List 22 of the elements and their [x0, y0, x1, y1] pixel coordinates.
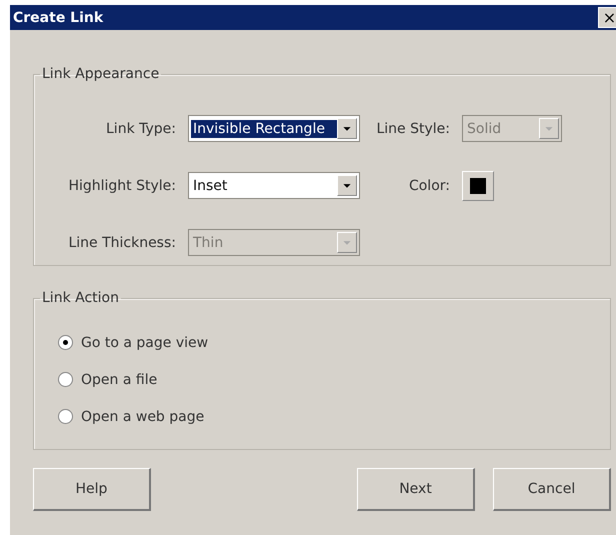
- group-title: Link Appearance: [41, 66, 160, 82]
- field-label: Link Type:: [105, 120, 176, 136]
- group-title: Link Action: [41, 290, 120, 306]
- radio-option[interactable]: Open a web page: [58, 398, 598, 435]
- caret-icon: [337, 118, 357, 139]
- dialog-button[interactable]: Help: [33, 468, 151, 511]
- dialog-button[interactable]: Cancel: [493, 468, 611, 511]
- color-swatch[interactable]: [462, 170, 494, 200]
- caret-icon: [337, 175, 357, 196]
- dropdown[interactable]: Invisible Rectangle: [188, 115, 360, 142]
- radio-option[interactable]: Open a file: [58, 361, 598, 398]
- field-label: Line Style:: [375, 120, 450, 136]
- radio-option[interactable]: Go to a page view: [58, 324, 598, 361]
- dialog-button[interactable]: Next: [357, 468, 475, 511]
- caret-icon: [539, 118, 559, 139]
- window-title: Create Link: [13, 10, 104, 26]
- field-label: Highlight Style:: [67, 178, 176, 194]
- field-label: Color:: [408, 178, 450, 194]
- close-button[interactable]: ×: [598, 7, 616, 28]
- caret-icon: [337, 232, 357, 253]
- field-label: Line Thickness:: [67, 234, 176, 250]
- dropdown[interactable]: Inset: [188, 172, 360, 199]
